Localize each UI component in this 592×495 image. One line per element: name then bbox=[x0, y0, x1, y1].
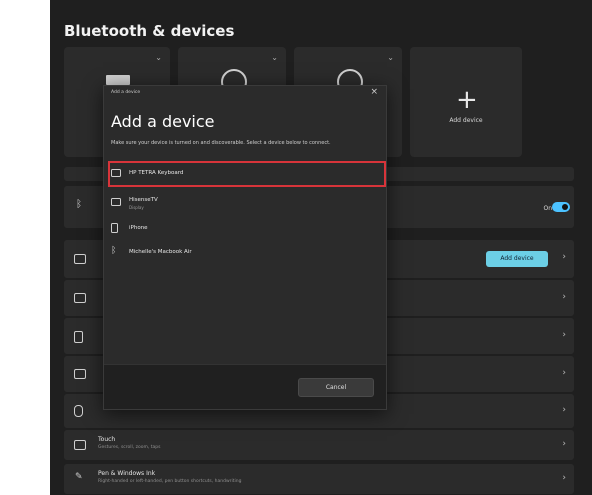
device-name: HisenseTV bbox=[129, 197, 158, 203]
camera-icon bbox=[74, 369, 86, 379]
phone-icon bbox=[111, 223, 118, 233]
add-device-button[interactable]: Add device bbox=[486, 251, 548, 267]
touchpad-row[interactable]: Touch Gestures, scroll, zoom, taps › bbox=[64, 430, 574, 460]
pen-subtitle: Right-handed or left-handed, pen button … bbox=[98, 479, 242, 484]
more-options-icon[interactable]: ⌄ bbox=[271, 53, 278, 62]
dialog-description: Make sure your device is turned on and d… bbox=[111, 140, 331, 146]
plus-icon: + bbox=[456, 85, 478, 115]
add-device-tile-label: Add device bbox=[449, 117, 483, 124]
dialog-window-title: Add a device bbox=[111, 90, 141, 95]
keyboard-icon bbox=[106, 75, 130, 85]
touchpad-subtitle: Gestures, scroll, zoom, taps bbox=[98, 445, 161, 450]
bluetooth-icon: ᛒ bbox=[111, 246, 117, 256]
pen-row[interactable]: ✎ Pen & Windows Ink Right-handed or left… bbox=[64, 464, 574, 494]
chevron-right-icon[interactable]: › bbox=[562, 368, 566, 378]
pen-title: Pen & Windows Ink bbox=[98, 470, 156, 477]
device-type: Display bbox=[129, 205, 144, 210]
device-list-item-phone[interactable]: iPhone bbox=[109, 218, 379, 240]
chevron-down-icon[interactable]: › bbox=[562, 252, 566, 262]
dialog-footer: Cancel bbox=[104, 364, 386, 409]
chevron-right-icon[interactable]: › bbox=[562, 405, 566, 415]
chevron-right-icon[interactable]: › bbox=[562, 330, 566, 340]
device-list-item-laptop[interactable]: ᛒ Michelle's Macbook Air bbox=[109, 242, 379, 264]
device-name: HP TETRA Keyboard bbox=[129, 170, 184, 176]
bluetooth-icon: ᛒ bbox=[76, 199, 82, 210]
monitor-icon bbox=[111, 198, 121, 206]
printer-icon bbox=[74, 293, 86, 303]
more-options-icon[interactable]: ⌄ bbox=[387, 53, 394, 62]
chevron-right-icon[interactable]: › bbox=[562, 439, 566, 449]
close-icon[interactable]: × bbox=[370, 87, 378, 97]
keyboard-icon bbox=[111, 169, 121, 177]
page-title: Bluetooth & devices bbox=[64, 22, 235, 40]
dialog-heading: Add a device bbox=[111, 112, 215, 131]
add-device-dialog: Add a device × Add a device Make sure yo… bbox=[103, 85, 387, 410]
device-name: Michelle's Macbook Air bbox=[129, 249, 192, 255]
device-name: iPhone bbox=[129, 225, 148, 231]
device-list-item-tv[interactable]: HisenseTV Display bbox=[109, 192, 379, 214]
mouse-icon bbox=[74, 405, 83, 417]
add-device-tile[interactable]: + Add device bbox=[410, 47, 522, 157]
chevron-right-icon[interactable]: › bbox=[562, 292, 566, 302]
bluetooth-toggle[interactable] bbox=[552, 202, 570, 212]
bluetooth-toggle-label: On bbox=[543, 205, 552, 212]
device-list-item-keyboard[interactable]: HP TETRA Keyboard bbox=[108, 161, 386, 187]
touchpad-icon bbox=[74, 440, 86, 450]
phone-icon bbox=[74, 331, 83, 343]
touchpad-title: Touch bbox=[98, 436, 116, 443]
devices-icon bbox=[74, 254, 86, 264]
cancel-button[interactable]: Cancel bbox=[298, 378, 374, 397]
pen-icon: ✎ bbox=[75, 472, 83, 482]
chevron-right-icon[interactable]: › bbox=[562, 473, 566, 483]
more-options-icon[interactable]: ⌄ bbox=[155, 53, 162, 62]
